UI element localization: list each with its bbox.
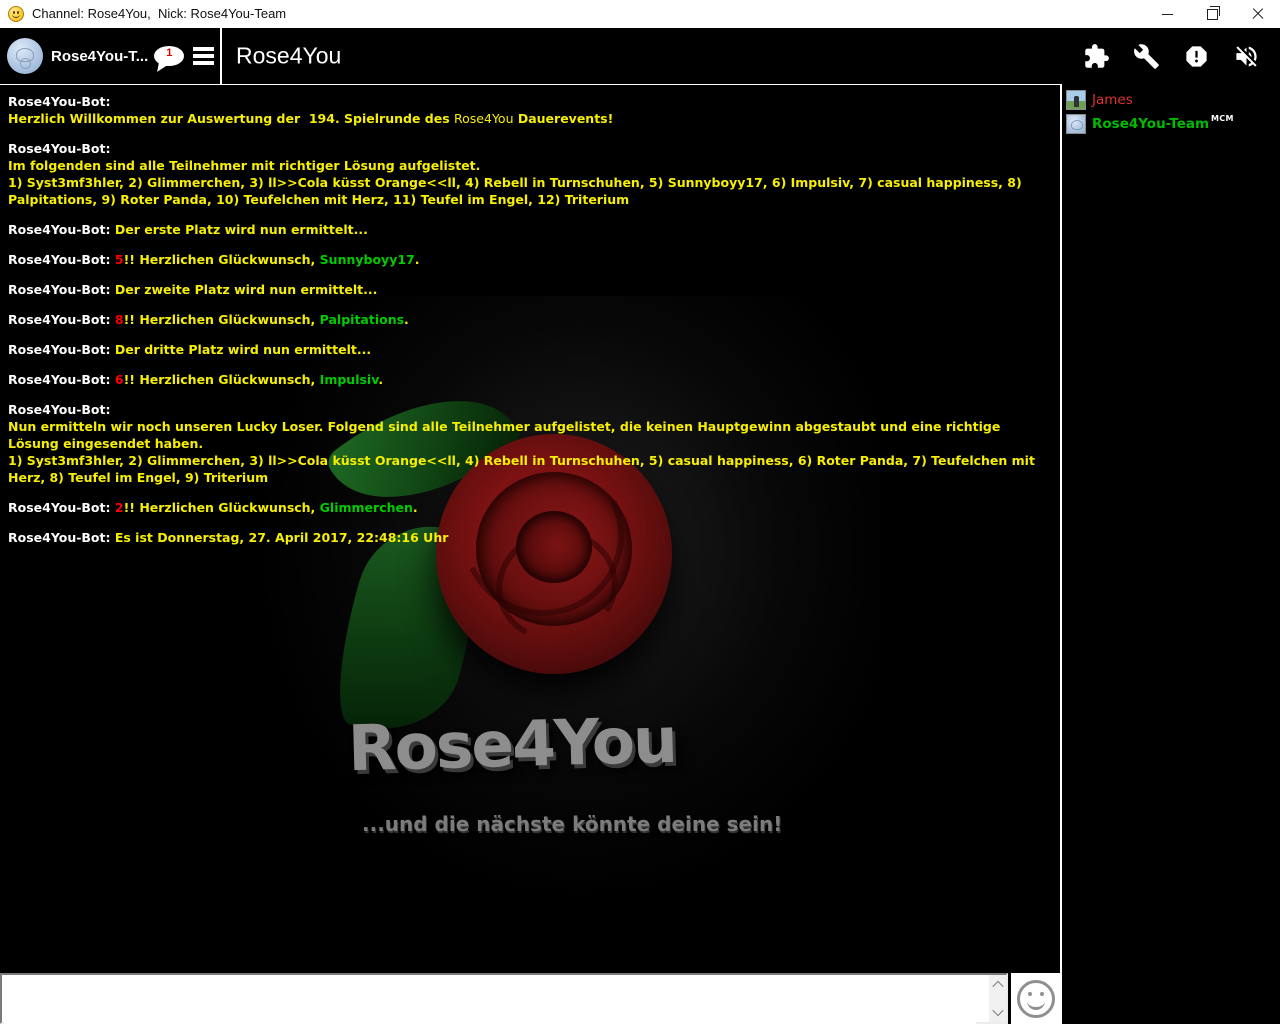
chat-message: Rose4You-Bot: Der dritte Platz wird nun … (8, 341, 1050, 358)
chat-message: Rose4You-Bot: 2!! Herzlichen Glückwunsch… (8, 499, 1050, 516)
user-row[interactable]: James (1066, 88, 1276, 111)
window-controls (1145, 0, 1280, 28)
settings-wrench-icon[interactable] (1133, 43, 1160, 70)
restore-icon (1207, 9, 1218, 20)
tab-label: Rose4You-T... (51, 48, 148, 65)
chat-message: Rose4You-Bot: Der zweite Platz wird nun … (8, 281, 1050, 298)
close-button[interactable] (1235, 0, 1280, 28)
menu-hamburger-icon[interactable] (193, 47, 214, 65)
title-bar: Channel: Rose4You, Nick: Rose4You-Team (0, 0, 1280, 28)
report-alert-icon[interactable] (1183, 43, 1210, 70)
user-avatar (1066, 90, 1086, 110)
sound-muted-icon[interactable] (1233, 43, 1260, 70)
chat-message: Rose4You-Bot: Es ist Donnerstag, 27. Apr… (8, 529, 1050, 546)
window-title: Channel: Rose4You, Nick: Rose4You-Team (32, 0, 286, 28)
message-list: Rose4You-Bot:Herzlich Willkommen zur Aus… (8, 93, 1050, 559)
app-smiley-icon (8, 6, 24, 22)
user-row[interactable]: Rose4You-TeamMCM (1066, 112, 1276, 135)
composer-scrollbar[interactable] (989, 975, 1006, 1022)
user-name[interactable]: James (1092, 92, 1133, 108)
header-toolbar (1083, 28, 1260, 84)
watermark-tagline: ...und die nächste könnte deine sein! (362, 812, 782, 836)
unread-count-badge: 1 (154, 47, 184, 59)
user-avatar (1066, 114, 1086, 134)
close-icon (1252, 8, 1264, 20)
tab-separator (220, 28, 222, 85)
scroll-down-icon[interactable] (989, 1004, 1006, 1020)
chat-message: Rose4You-Bot:Herzlich Willkommen zur Aus… (8, 93, 1050, 127)
smiley-emoji-icon[interactable] (1017, 980, 1055, 1018)
user-list: James Rose4You-TeamMCM (1060, 84, 1280, 1024)
user-name[interactable]: Rose4You-Team (1092, 116, 1209, 132)
scroll-up-icon[interactable] (989, 977, 1006, 993)
message-input[interactable] (4, 977, 976, 1024)
chat-message: Rose4You-Bot:Nun ermitteln wir noch unse… (8, 401, 1050, 486)
mcm-badge: MCM (1211, 114, 1234, 123)
chat-message: Rose4You-Bot: 8!! Herzlichen Glückwunsch… (8, 311, 1050, 328)
chat-area: Rose4You ...und die nächste könnte deine… (0, 84, 1060, 973)
unread-message-bubble-icon[interactable]: 1 (154, 46, 184, 66)
chat-message: Rose4You-Bot: 6!! Herzlichen Glückwunsch… (8, 371, 1050, 388)
chat-message: Rose4You-Bot: 5!! Herzlichen Glückwunsch… (8, 251, 1050, 268)
tab-rose4you-team[interactable]: Rose4You-T... 1 (0, 28, 188, 84)
composer-bar (0, 973, 1008, 1024)
channel-header: Rose4You-T... 1 Rose4You (0, 28, 1280, 84)
tab-avatar (7, 38, 43, 74)
minimize-icon (1162, 14, 1173, 15)
smiley-panel (1011, 973, 1060, 1024)
channel-title: Rose4You (236, 43, 341, 70)
apps-puzzle-icon[interactable] (1083, 43, 1110, 70)
watermark-logo: Rose4You (347, 704, 677, 786)
chat-message: Rose4You-Bot: Der erste Platz wird nun e… (8, 221, 1050, 238)
restore-button[interactable] (1190, 0, 1235, 28)
chat-message: Rose4You-Bot:Im folgenden sind alle Teil… (8, 140, 1050, 208)
minimize-button[interactable] (1145, 0, 1190, 28)
